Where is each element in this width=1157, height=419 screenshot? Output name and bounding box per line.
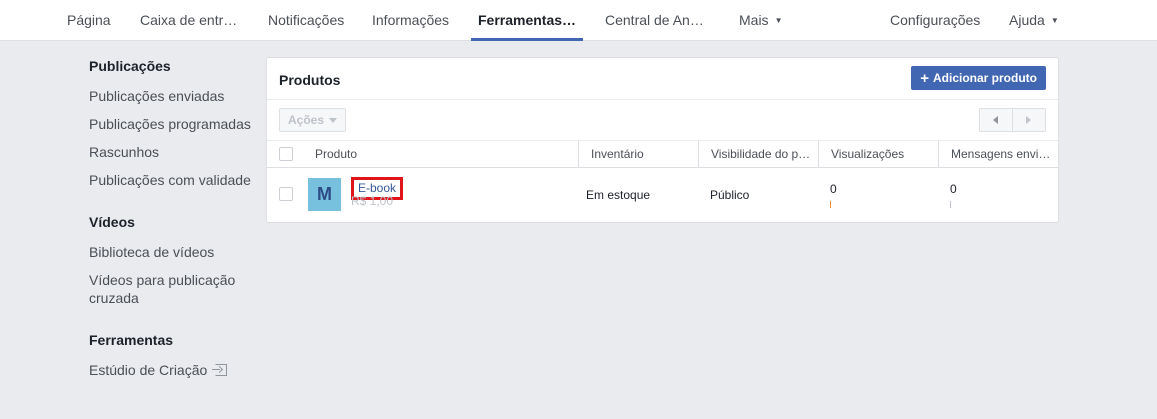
sidebar-item-publicacoes-enviadas[interactable]: Publicações enviadas <box>89 87 259 105</box>
tab-central-de-anuncios[interactable]: Central de An… <box>605 0 704 41</box>
column-header-produto[interactable]: Produto <box>267 141 578 168</box>
panel-title: Produtos <box>279 72 341 88</box>
tab-informacoes[interactable]: Informações <box>372 0 449 41</box>
views-sparkline <box>830 201 831 208</box>
caret-down-icon <box>329 118 337 123</box>
table-header: Produto Inventário Visibilidade do p… Vi… <box>267 140 1058 168</box>
next-page-button[interactable] <box>1012 109 1045 131</box>
column-header-visualizacoes[interactable]: Visualizações <box>818 141 938 168</box>
previous-page-button[interactable] <box>980 109 1013 131</box>
column-header-mensagens[interactable]: Mensagens envi… <box>938 141 1058 168</box>
add-product-button[interactable]: + Adicionar produto <box>911 66 1046 90</box>
products-panel: Produtos + Adicionar produto Ações Produt… <box>266 57 1059 223</box>
sidebar-item-rascunhos[interactable]: Rascunhos <box>89 143 259 161</box>
tab-caixa-de-entrada[interactable]: Caixa de entr… <box>140 0 237 41</box>
tab-mais[interactable]: Mais ▼ <box>739 0 782 41</box>
product-inventory: Em estoque <box>586 188 651 202</box>
divider <box>267 99 1058 100</box>
product-thumbnail[interactable]: M <box>308 178 341 211</box>
table-row: M E-book R$ 1,00 Em estoque Público 0 0 <box>267 168 1058 222</box>
caret-down-icon: ▼ <box>1050 16 1059 25</box>
pagination-control <box>979 108 1046 132</box>
product-price: R$ 1,00 <box>351 194 394 208</box>
row-checkbox[interactable] <box>279 187 293 201</box>
sidebar-item-biblioteca-de-videos[interactable]: Biblioteca de vídeos <box>89 243 259 261</box>
page-top-navigation: Página Caixa de entr… Notificações Infor… <box>0 0 1157 41</box>
sidebar-item-estudio-de-criacao[interactable]: Estúdio de Criação <box>89 361 259 379</box>
chevron-right-icon <box>1026 116 1031 124</box>
chevron-left-icon <box>993 116 998 124</box>
tab-configuracoes[interactable]: Configurações <box>890 0 980 41</box>
tab-ferramentas[interactable]: Ferramentas… <box>470 0 584 41</box>
sidebar-item-publicacoes-com-validade[interactable]: Publicações com validade <box>89 171 259 189</box>
external-link-icon <box>212 364 228 376</box>
sidebar-item-videos-publicacao-cruzada[interactable]: Vídeos para publicação cruzada <box>89 271 259 307</box>
actions-dropdown[interactable]: Ações <box>279 108 346 132</box>
product-visibility: Público <box>710 188 750 202</box>
messages-sparkline <box>950 201 951 208</box>
product-views: 0 <box>830 182 837 196</box>
tab-pagina[interactable]: Página <box>67 0 111 41</box>
caret-down-icon: ▼ <box>774 16 783 25</box>
sidebar-heading-videos: Vídeos <box>89 214 135 230</box>
sidebar-heading-publicacoes: Publicações <box>89 58 171 74</box>
sidebar-heading-ferramentas: Ferramentas <box>89 332 174 348</box>
plus-icon: + <box>920 70 929 87</box>
column-header-visibilidade[interactable]: Visibilidade do p… <box>698 141 818 168</box>
sidebar: Publicações Publicações enviadas Publica… <box>89 57 259 379</box>
product-messages: 0 <box>950 182 957 196</box>
tab-notificacoes[interactable]: Notificações <box>268 0 344 41</box>
sidebar-item-publicacoes-programadas[interactable]: Publicações programadas <box>89 115 259 133</box>
tab-ajuda[interactable]: Ajuda ▼ <box>1009 0 1059 41</box>
column-header-inventario[interactable]: Inventário <box>578 141 698 168</box>
